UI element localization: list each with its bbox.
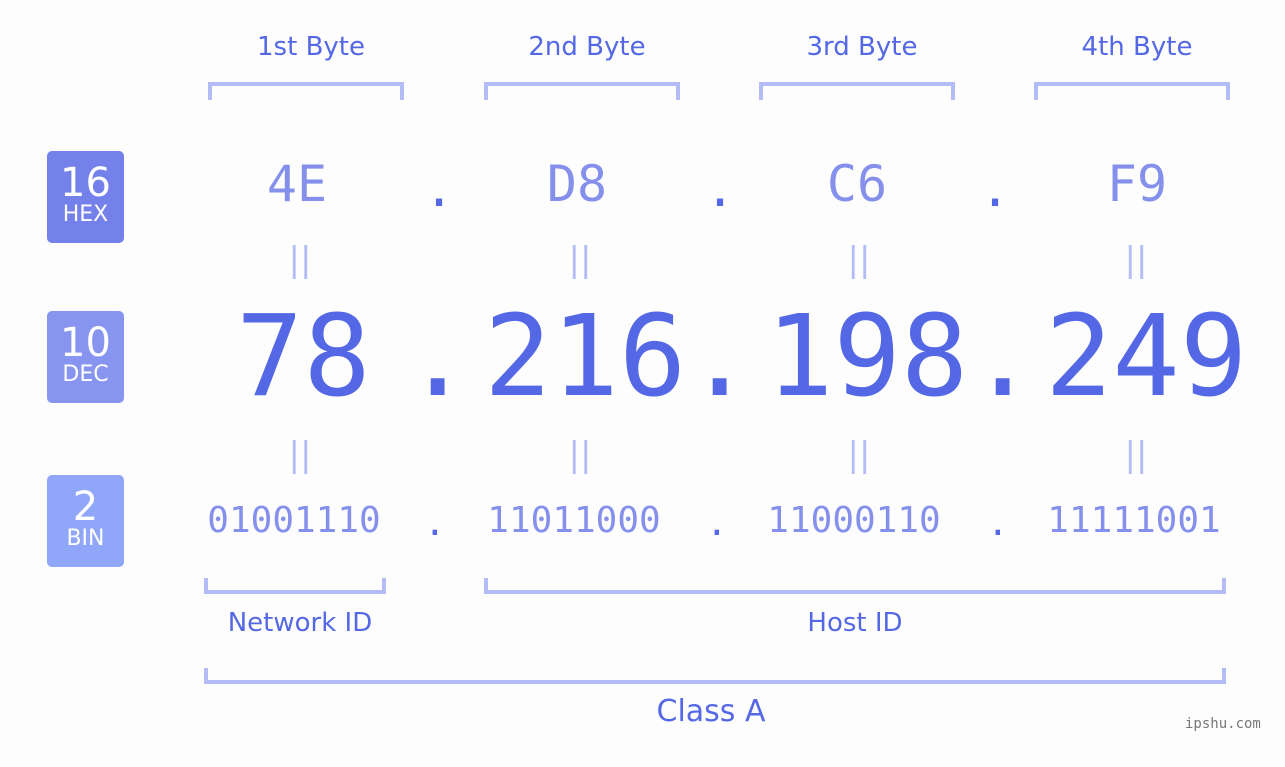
hex-base-label: HEX	[62, 202, 109, 227]
equals-sign: ||	[847, 240, 871, 280]
equals-sign: ||	[847, 435, 871, 475]
equals-sign: ||	[568, 435, 592, 475]
hex-byte-3: C6	[826, 155, 888, 213]
byte-label-2: 2nd Byte	[528, 32, 646, 62]
equals-sign: ||	[568, 240, 592, 280]
dec-separator-2: .	[686, 292, 754, 422]
dec-base-number: 10	[60, 320, 111, 366]
dec-byte-2: 216	[484, 292, 687, 422]
equals-sign: ||	[288, 435, 312, 475]
bin-separator-3: .	[987, 503, 1009, 544]
equals-sign: ||	[1124, 240, 1148, 280]
hex-byte-2: D8	[546, 155, 608, 213]
host-id-label: Host ID	[807, 608, 903, 638]
bin-byte-3: 11000110	[767, 500, 941, 541]
watermark: ipshu.com	[1185, 716, 1261, 732]
dec-byte-4: 249	[1045, 292, 1248, 422]
bin-badge: 2 BIN	[47, 475, 124, 567]
byte-bracket-1	[208, 82, 404, 100]
bin-byte-2: 11011000	[487, 500, 661, 541]
bin-byte-4: 11111001	[1047, 500, 1221, 541]
class-bracket	[204, 668, 1226, 684]
dec-separator-3: .	[969, 292, 1037, 422]
class-label: Class A	[656, 694, 766, 729]
network-id-bracket	[204, 578, 386, 594]
byte-label-4: 4th Byte	[1081, 32, 1193, 62]
host-id-bracket	[484, 578, 1226, 594]
hex-separator-2: .	[705, 160, 736, 218]
byte-label-3: 3rd Byte	[806, 32, 918, 62]
hex-base-number: 16	[60, 160, 111, 206]
network-id-label: Network ID	[227, 608, 373, 638]
dec-badge: 10 DEC	[47, 311, 124, 403]
bin-base-label: BIN	[66, 526, 105, 551]
bin-base-number: 2	[72, 484, 99, 530]
hex-byte-4: F9	[1106, 155, 1168, 213]
hex-separator-3: .	[980, 160, 1011, 218]
equals-sign: ||	[288, 240, 312, 280]
dec-byte-1: 78	[236, 292, 371, 422]
bin-byte-1: 01001110	[207, 500, 381, 541]
byte-bracket-4	[1034, 82, 1230, 100]
hex-badge: 16 HEX	[47, 151, 124, 243]
hex-byte-1: 4E	[266, 155, 328, 213]
dec-separator-1: .	[404, 292, 472, 422]
bin-separator-2: .	[706, 503, 728, 544]
byte-bracket-2	[484, 82, 680, 100]
bin-separator-1: .	[424, 503, 446, 544]
dec-base-label: DEC	[62, 362, 109, 387]
byte-label-1: 1st Byte	[257, 32, 365, 62]
dec-byte-3: 198	[766, 292, 969, 422]
hex-separator-1: .	[424, 160, 455, 218]
byte-bracket-3	[759, 82, 955, 100]
equals-sign: ||	[1124, 435, 1148, 475]
